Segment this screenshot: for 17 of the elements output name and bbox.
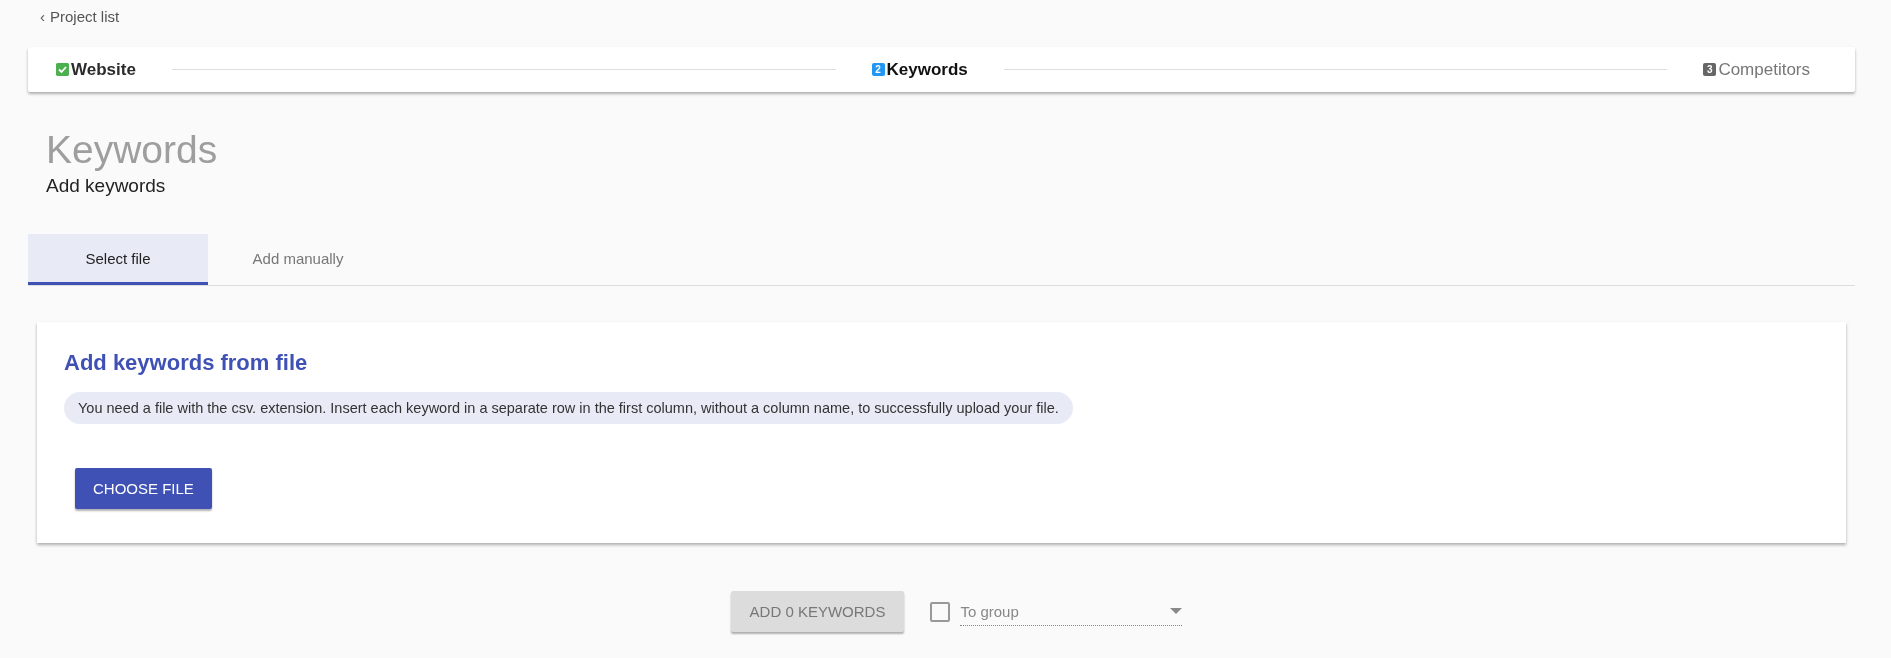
checkbox[interactable] — [930, 601, 951, 622]
tab[interactable]: Add manually — [208, 234, 388, 285]
info-note: You need a file with the csv. extension. Insert each keyword in a separate row in the first column, without a column name, to successfully upload your file. — [64, 392, 1073, 424]
page-title: Keywords — [46, 128, 219, 172]
step-number: 3 — [1703, 63, 1717, 76]
card-title: Add keywords from file — [64, 350, 309, 376]
step-label: Website — [71, 59, 136, 80]
group-select[interactable]: To group — [960, 597, 1183, 626]
chevron-left-icon: ‹ — [40, 7, 45, 25]
step-label: Keywords — [886, 59, 968, 80]
step-label: Competitors — [1718, 59, 1810, 80]
dropdown-caret-icon — [1170, 608, 1183, 614]
project-list-link[interactable]: Project list — [50, 7, 120, 25]
tab[interactable]: Select file — [28, 234, 208, 285]
choose-file-button[interactable]: CHOOSE FILE — [75, 468, 212, 509]
step-number: 2 — [871, 63, 885, 76]
page-subtitle: Add keywords — [46, 174, 167, 198]
